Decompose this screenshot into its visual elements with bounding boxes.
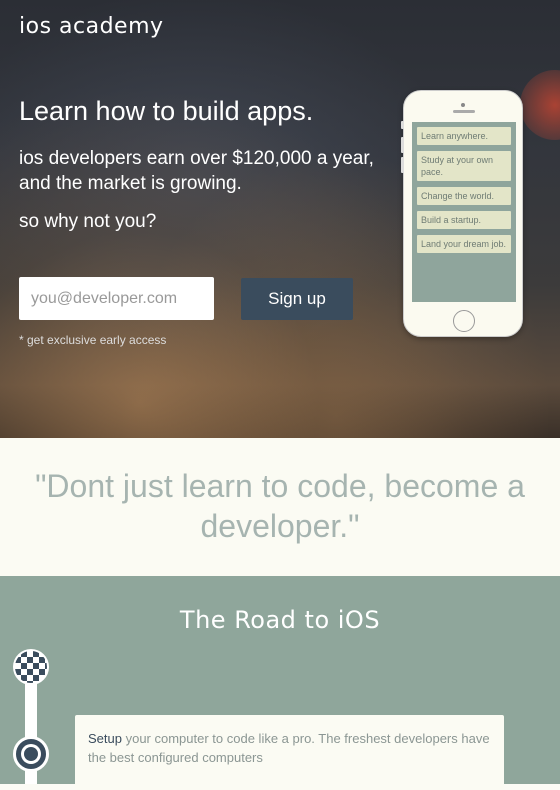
phone-home-button-icon bbox=[453, 310, 475, 332]
phone-mute-switch bbox=[401, 121, 404, 129]
phone-speaker-icon bbox=[453, 110, 475, 113]
hero-headline: Learn how to build apps. bbox=[19, 96, 314, 126]
salary-figure: $120,000 bbox=[232, 148, 312, 169]
step-title: Setup bbox=[88, 731, 122, 746]
phone-mockup: Learn anywhere. Study at your own pace. … bbox=[401, 90, 523, 337]
email-field[interactable] bbox=[19, 277, 214, 320]
phone-camera-icon bbox=[461, 103, 465, 107]
hero-subtitle: ios developers earn over $120,000 a year… bbox=[19, 146, 379, 196]
phone-volume-down bbox=[401, 157, 404, 173]
checkered-flag-icon bbox=[13, 649, 49, 685]
phone-card: Change the world. bbox=[417, 187, 511, 205]
subtitle-prefix: ios developers earn over bbox=[19, 148, 233, 169]
signup-button[interactable]: Sign up bbox=[241, 278, 353, 320]
hero-background-glow bbox=[520, 70, 560, 140]
setup-gear-icon bbox=[13, 736, 49, 772]
phone-card: Study at your own pace. bbox=[417, 151, 511, 181]
phone-card: Land your dream job. bbox=[417, 235, 511, 253]
early-access-note: * get exclusive early access bbox=[19, 333, 167, 347]
quote-text: "Dont just learn to code, become a devel… bbox=[35, 468, 525, 544]
phone-card: Build a startup. bbox=[417, 211, 511, 229]
brand-logo[interactable]: ios academy bbox=[19, 14, 164, 39]
step-description: your computer to code like a pro. The fr… bbox=[88, 731, 490, 765]
phone-volume-up bbox=[401, 137, 404, 153]
road-title: The Road to iOS bbox=[179, 606, 381, 634]
setup-step-card: Setup your computer to code like a pro. … bbox=[75, 715, 504, 790]
phone-screen: Learn anywhere. Study at your own pace. … bbox=[412, 122, 516, 302]
phone-card: Learn anywhere. bbox=[417, 127, 511, 145]
hero-question: so why not you? bbox=[19, 211, 157, 232]
